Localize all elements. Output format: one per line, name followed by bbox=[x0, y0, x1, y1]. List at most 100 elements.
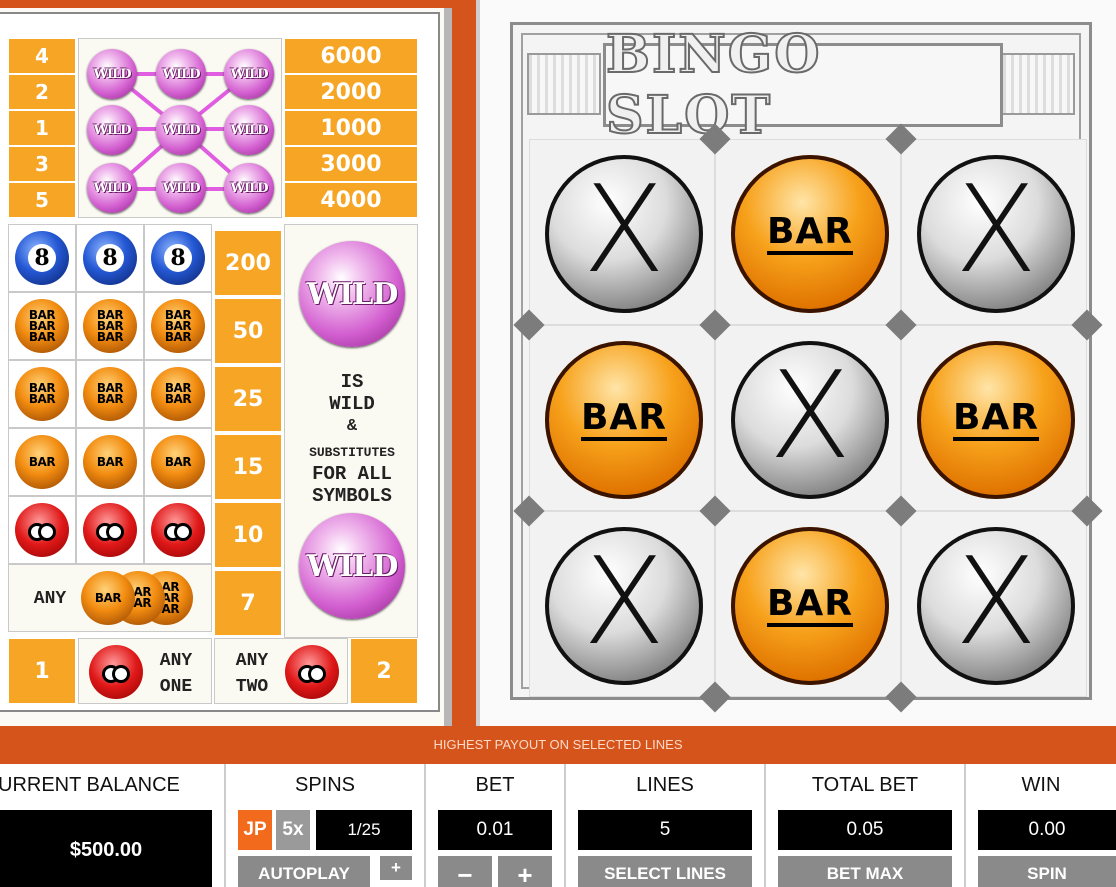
line-payout-3: 1000 bbox=[284, 110, 418, 146]
bar-symbol-label: BAR bbox=[766, 585, 854, 627]
eight-ball-icon: 8 bbox=[83, 231, 137, 285]
autoplay-button[interactable]: AUTOPLAY bbox=[238, 856, 370, 887]
x-symbol-mark: X bbox=[582, 533, 666, 672]
cherry-icon bbox=[151, 503, 205, 557]
reel-cell: BAR bbox=[529, 325, 715, 511]
wild-ball-icon: WILD bbox=[87, 105, 137, 155]
spins-counter: 1/25 bbox=[316, 810, 412, 850]
double-bar-icon: BAR BAR bbox=[151, 367, 205, 421]
bet-max-button[interactable]: BET MAX bbox=[778, 856, 952, 887]
wild-ball-icon: WILD bbox=[224, 105, 274, 155]
symbol-cell: BAR BAR BAR bbox=[144, 292, 212, 360]
symbol-cell: 8 bbox=[8, 224, 76, 292]
reel-cell: X bbox=[715, 325, 901, 511]
single-bar-icon: BAR bbox=[151, 435, 205, 489]
single-bar-icon: BAR bbox=[83, 435, 137, 489]
bar-symbol-icon: BAR bbox=[545, 341, 703, 499]
wild-ball-icon: WILD bbox=[156, 49, 206, 99]
bar-symbol-icon: BAR bbox=[731, 527, 889, 685]
line-number-4: 3 bbox=[8, 146, 76, 182]
any-bar-cell: ANY BAR BAR BAR BAR BAR BAR bbox=[8, 564, 212, 632]
bar-symbol-icon: BAR bbox=[917, 341, 1075, 499]
double-bar-icon: BAR BAR bbox=[15, 367, 69, 421]
wild-ball-icon: WILD bbox=[299, 513, 405, 619]
cherry-icon bbox=[89, 645, 143, 699]
symbol-cell: BAR BAR bbox=[76, 360, 144, 428]
jackpot-toggle[interactable]: JP bbox=[238, 810, 272, 850]
symbol-cell: BAR bbox=[8, 428, 76, 496]
bet-title: BET bbox=[475, 774, 515, 796]
x-symbol-icon: X bbox=[917, 527, 1075, 685]
triple-bar-icon: BAR BAR BAR bbox=[151, 299, 205, 353]
wild-ball-icon: WILD bbox=[299, 241, 405, 347]
symbol-cell: 8 bbox=[144, 224, 212, 292]
wild-ball-icon: WILD bbox=[224, 163, 274, 213]
x-symbol-mark: X bbox=[954, 161, 1038, 300]
x-symbol-mark: X bbox=[954, 533, 1038, 672]
any-one-pay: 1 bbox=[8, 638, 76, 704]
bet-decrease-button[interactable]: − bbox=[438, 856, 492, 887]
reel-cell: X bbox=[901, 139, 1087, 325]
reels-panel: BINGO SLOT X BAR X BAR X BAR X BAR X bbox=[476, 0, 1116, 726]
spin-multiplier-toggle[interactable]: 5x bbox=[276, 810, 310, 850]
reel-cell: X bbox=[901, 511, 1087, 697]
reel-cell: X bbox=[529, 511, 715, 697]
symbol-cell bbox=[76, 496, 144, 564]
x-symbol-icon: X bbox=[545, 527, 703, 685]
spins-title: SPINS bbox=[294, 774, 356, 796]
spin-button[interactable]: SPIN bbox=[978, 856, 1116, 887]
x-symbol-icon: X bbox=[731, 341, 889, 499]
symbol-cell: BAR bbox=[76, 428, 144, 496]
any-two-pay: 2 bbox=[350, 638, 418, 704]
line-number-1: 4 bbox=[8, 38, 76, 74]
bar-symbol-icon: BAR bbox=[731, 155, 889, 313]
reel-cell: X bbox=[529, 139, 715, 325]
balance-title: URRENT BALANCE bbox=[0, 774, 180, 796]
symbol-cell: BAR bbox=[144, 428, 212, 496]
line-number-3: 1 bbox=[8, 110, 76, 146]
paytable-frame: 4 2 1 3 5 WILD WILD WILD WILD WILD WILD … bbox=[0, 12, 440, 712]
line-payout-4: 3000 bbox=[284, 146, 418, 182]
symbol-pay-triple-bar: 50 bbox=[214, 298, 282, 364]
lines-section: LINES 5 SELECT LINES bbox=[566, 764, 766, 887]
triple-bar-icon: BAR BAR BAR bbox=[15, 299, 69, 353]
wild-text-is: IS bbox=[340, 371, 364, 393]
wild-ball-icon: WILD bbox=[87, 163, 137, 213]
total-bet-value: 0.05 bbox=[778, 810, 952, 850]
wild-ball-icon: WILD bbox=[224, 49, 274, 99]
line-number-2: 2 bbox=[8, 74, 76, 110]
x-symbol-mark: X bbox=[582, 161, 666, 300]
wild-ball-icon: WILD bbox=[156, 105, 206, 155]
cherry-icon bbox=[15, 503, 69, 557]
wild-text-symbols: SYMBOLS bbox=[312, 485, 392, 507]
bet-increase-button[interactable]: + bbox=[498, 856, 552, 887]
spins-section: SPINS JP 5x 1/25 AUTOPLAY + bbox=[226, 764, 426, 887]
balance-section: URRENT BALANCE $500.00 bbox=[0, 764, 226, 887]
lines-value: 5 bbox=[578, 810, 752, 850]
spins-increase-button[interactable]: + bbox=[380, 856, 412, 880]
single-bar-icon: BAR bbox=[81, 571, 135, 625]
cherry-icon bbox=[285, 645, 339, 699]
symbol-pay-eight: 200 bbox=[214, 230, 282, 296]
x-symbol-icon: X bbox=[917, 155, 1075, 313]
any-two-label-2: TWO bbox=[235, 677, 269, 697]
double-bar-icon: BAR BAR bbox=[83, 367, 137, 421]
symbol-cell bbox=[144, 496, 212, 564]
x-symbol-mark: X bbox=[768, 347, 852, 486]
any-two-label-1: ANY bbox=[235, 651, 269, 671]
total-bet-title: TOTAL BET bbox=[811, 774, 919, 796]
symbol-cell: BAR BAR bbox=[144, 360, 212, 428]
reel-frame: BINGO SLOT X BAR X BAR X BAR X BAR X bbox=[510, 22, 1103, 713]
symbol-pay-cherry: 10 bbox=[214, 502, 282, 568]
payout-notice: HIGHEST PAYOUT ON SELECTED LINES bbox=[0, 726, 1116, 764]
logo-scroll-left-icon bbox=[527, 53, 601, 115]
symbol-cell: 8 bbox=[76, 224, 144, 292]
wild-text-for-all: FOR ALL bbox=[312, 463, 392, 485]
wild-ball-icon: WILD bbox=[156, 163, 206, 213]
symbol-cell: BAR BAR BAR bbox=[76, 292, 144, 360]
bar-symbol-label: BAR bbox=[580, 399, 668, 441]
select-lines-button[interactable]: SELECT LINES bbox=[578, 856, 752, 887]
reel-grid[interactable]: X BAR X BAR X BAR X BAR X bbox=[513, 123, 1103, 713]
any-two-cell: ANY TWO bbox=[214, 638, 348, 704]
balance-value: $500.00 bbox=[0, 810, 212, 887]
